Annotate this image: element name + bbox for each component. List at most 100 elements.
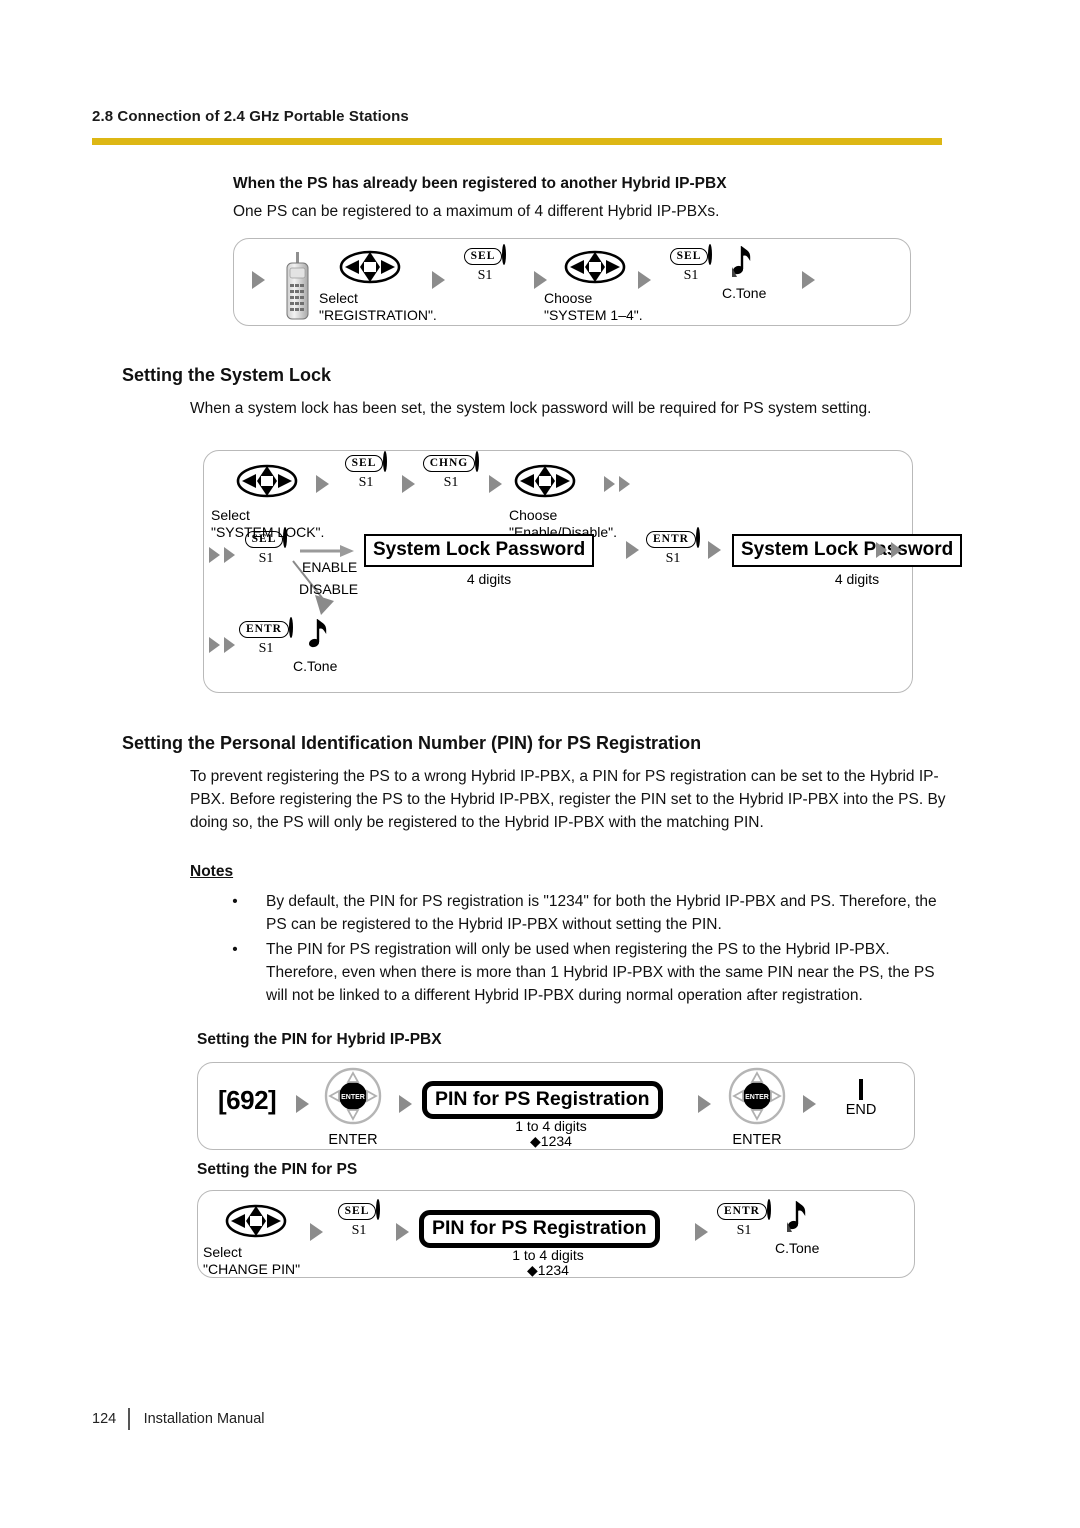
enter-navigator-key[interactable]: ENTER ENTER — [719, 1067, 795, 1148]
confirmation-tone: C.Tone — [722, 245, 766, 301]
softkey-chng[interactable]: CHNG S1 — [422, 451, 480, 491]
system-lock-password-sub-2: 4 digits — [834, 571, 880, 587]
softkey-cap-label: SEL — [344, 455, 384, 472]
system-lock-heading: Setting the System Lock — [122, 365, 332, 385]
softkey-oval-icon — [283, 527, 288, 548]
flow-arrow-icon — [296, 1095, 309, 1113]
registration-flow-panel: Select "REGISTRATION". SEL S1 Choose "SY… — [233, 238, 911, 326]
cordless-handset-icon — [282, 251, 316, 326]
system-lock-nav2-line1: Choose — [509, 507, 558, 523]
registered-section-heading: When the PS has already been registered … — [233, 175, 727, 192]
music-note-icon — [787, 1200, 806, 1232]
softkey-cap-label: ENTR — [239, 621, 289, 638]
registration-step2-line2: "SYSTEM 1–4". — [544, 307, 643, 323]
note-text: The PIN for PS registration will only be… — [266, 941, 935, 1004]
flow-arrow-icon — [209, 637, 220, 653]
navigator-key-icon[interactable] — [339, 247, 401, 287]
softkey-oval-icon — [695, 527, 700, 548]
feature-code: [692] — [218, 1085, 277, 1115]
bullet-icon: • — [232, 941, 238, 958]
bullet-icon: • — [232, 893, 238, 910]
system-lock-body: When a system lock has been set, the sys… — [190, 400, 872, 417]
registered-section-body: One PS can be registered to a maximum of… — [233, 203, 720, 220]
pin-ps-nav-line1: Select — [203, 1244, 242, 1260]
softkey-cap-label: SEL — [669, 248, 709, 265]
softkey-sel[interactable]: SEL S1 — [337, 451, 395, 491]
flow-arrow-icon — [803, 1095, 816, 1113]
softkey-cap-label: ENTR — [646, 531, 696, 548]
enter-key-label: ENTER — [732, 1132, 782, 1148]
system-lock-password-sub-1: 4 digits — [466, 571, 512, 587]
pin-pbx-flow-panel: [692] ENTER ENTER PIN for PS Registratio… — [197, 1062, 915, 1150]
softkey-sub-label: S1 — [683, 268, 699, 283]
flow-arrow-icon — [399, 1095, 412, 1113]
softkey-oval-icon — [502, 244, 507, 265]
flow-arrow-icon — [402, 475, 415, 493]
softkey-entr[interactable]: ENTR S1 — [644, 527, 702, 567]
page-footer: 124 Installation Manual — [92, 1408, 265, 1430]
flow-arrow-icon — [876, 542, 887, 558]
flow-arrow-icon — [209, 547, 220, 563]
enter-navigator-key[interactable]: ENTER ENTER — [315, 1067, 391, 1148]
softkey-sel[interactable]: SEL S1 — [456, 244, 514, 284]
softkey-sub-label: S1 — [665, 551, 681, 566]
registration-step2-line1: Choose — [544, 290, 593, 306]
page-header: 2.8 Connection of 2.4 GHz Portable Stati… — [92, 108, 952, 125]
svg-text:ENTER: ENTER — [341, 1094, 365, 1101]
navigator-key-icon[interactable] — [225, 1201, 287, 1241]
end-button-label: END — [845, 1102, 877, 1118]
softkey-oval-icon — [708, 244, 713, 265]
softkey-entr[interactable]: ENTR S1 — [237, 617, 295, 657]
softkey-oval-icon — [376, 1199, 381, 1220]
flow-arrow-icon — [534, 271, 547, 289]
notes-heading: Notes — [190, 863, 234, 880]
navigator-key-icon[interactable] — [236, 461, 298, 501]
system-lock-flow-panel: Select "SYSTEM LOCK". SEL S1 CHNG S1 Cho… — [203, 450, 963, 693]
end-button-box — [859, 1079, 863, 1100]
enter-key-icon: ENTER — [324, 1067, 382, 1125]
softkey-cap-label: SEL — [244, 531, 284, 548]
softkey-sub-label: S1 — [258, 641, 274, 656]
softkey-entr[interactable]: ENTR S1 — [715, 1199, 773, 1239]
disable-branch-arrow-icon — [291, 559, 351, 615]
navigator-key-icon[interactable] — [514, 461, 576, 501]
flow-arrow-icon — [708, 541, 721, 559]
softkey-sub-label: S1 — [258, 551, 274, 566]
pin-registration-display: PIN for PS Registration — [422, 1081, 663, 1119]
pin-display-sub2: ◆1234 — [530, 1133, 572, 1149]
softkey-sel[interactable]: SEL S1 — [662, 244, 720, 284]
softkey-sub-label: S1 — [443, 475, 459, 490]
registration-step1-line1: Select — [319, 290, 358, 306]
softkey-oval-icon — [766, 1199, 771, 1220]
flow-arrow-icon — [891, 542, 902, 558]
manual-name: Installation Manual — [143, 1411, 265, 1427]
softkey-cap-label: ENTR — [717, 1203, 767, 1220]
ctone-label: C.Tone — [722, 285, 767, 301]
flow-arrow-icon — [310, 1223, 323, 1241]
softkey-sub-label: S1 — [477, 268, 493, 283]
softkey-sub-label: S1 — [736, 1223, 752, 1238]
flow-arrow-icon — [396, 1223, 409, 1241]
pin-ps-flow-heading: Setting the PIN for PS — [197, 1161, 358, 1178]
page-number: 124 — [92, 1411, 117, 1427]
softkey-cap-label: SEL — [463, 248, 503, 265]
note-list-item: • By default, the PIN for PS registratio… — [228, 890, 948, 936]
ctone-label: C.Tone — [293, 658, 338, 674]
system-lock-nav1-line1: Select — [211, 507, 250, 523]
flow-arrow-icon — [224, 547, 235, 563]
pin-pbx-flow-heading: Setting the PIN for Hybrid IP-PBX — [197, 1031, 442, 1048]
svg-text:ENTER: ENTER — [745, 1094, 769, 1101]
system-lock-password-display-1: System Lock Password — [364, 534, 595, 567]
note-list-item: • The PIN for PS registration will only … — [228, 938, 948, 1007]
flow-arrow-icon — [224, 637, 235, 653]
enable-branch-arrow-icon — [300, 544, 356, 557]
flow-arrow-icon — [695, 1223, 708, 1241]
flow-arrow-icon — [252, 271, 265, 289]
pin-section-body: To prevent registering the PS to a wrong… — [190, 768, 946, 831]
flow-arrow-icon — [432, 271, 445, 289]
end-button[interactable]: END — [826, 1079, 896, 1118]
softkey-sel[interactable]: SEL S1 — [330, 1199, 388, 1239]
music-note-icon — [732, 245, 751, 277]
softkey-sel[interactable]: SEL S1 — [237, 527, 295, 567]
navigator-key-icon[interactable] — [564, 247, 626, 287]
